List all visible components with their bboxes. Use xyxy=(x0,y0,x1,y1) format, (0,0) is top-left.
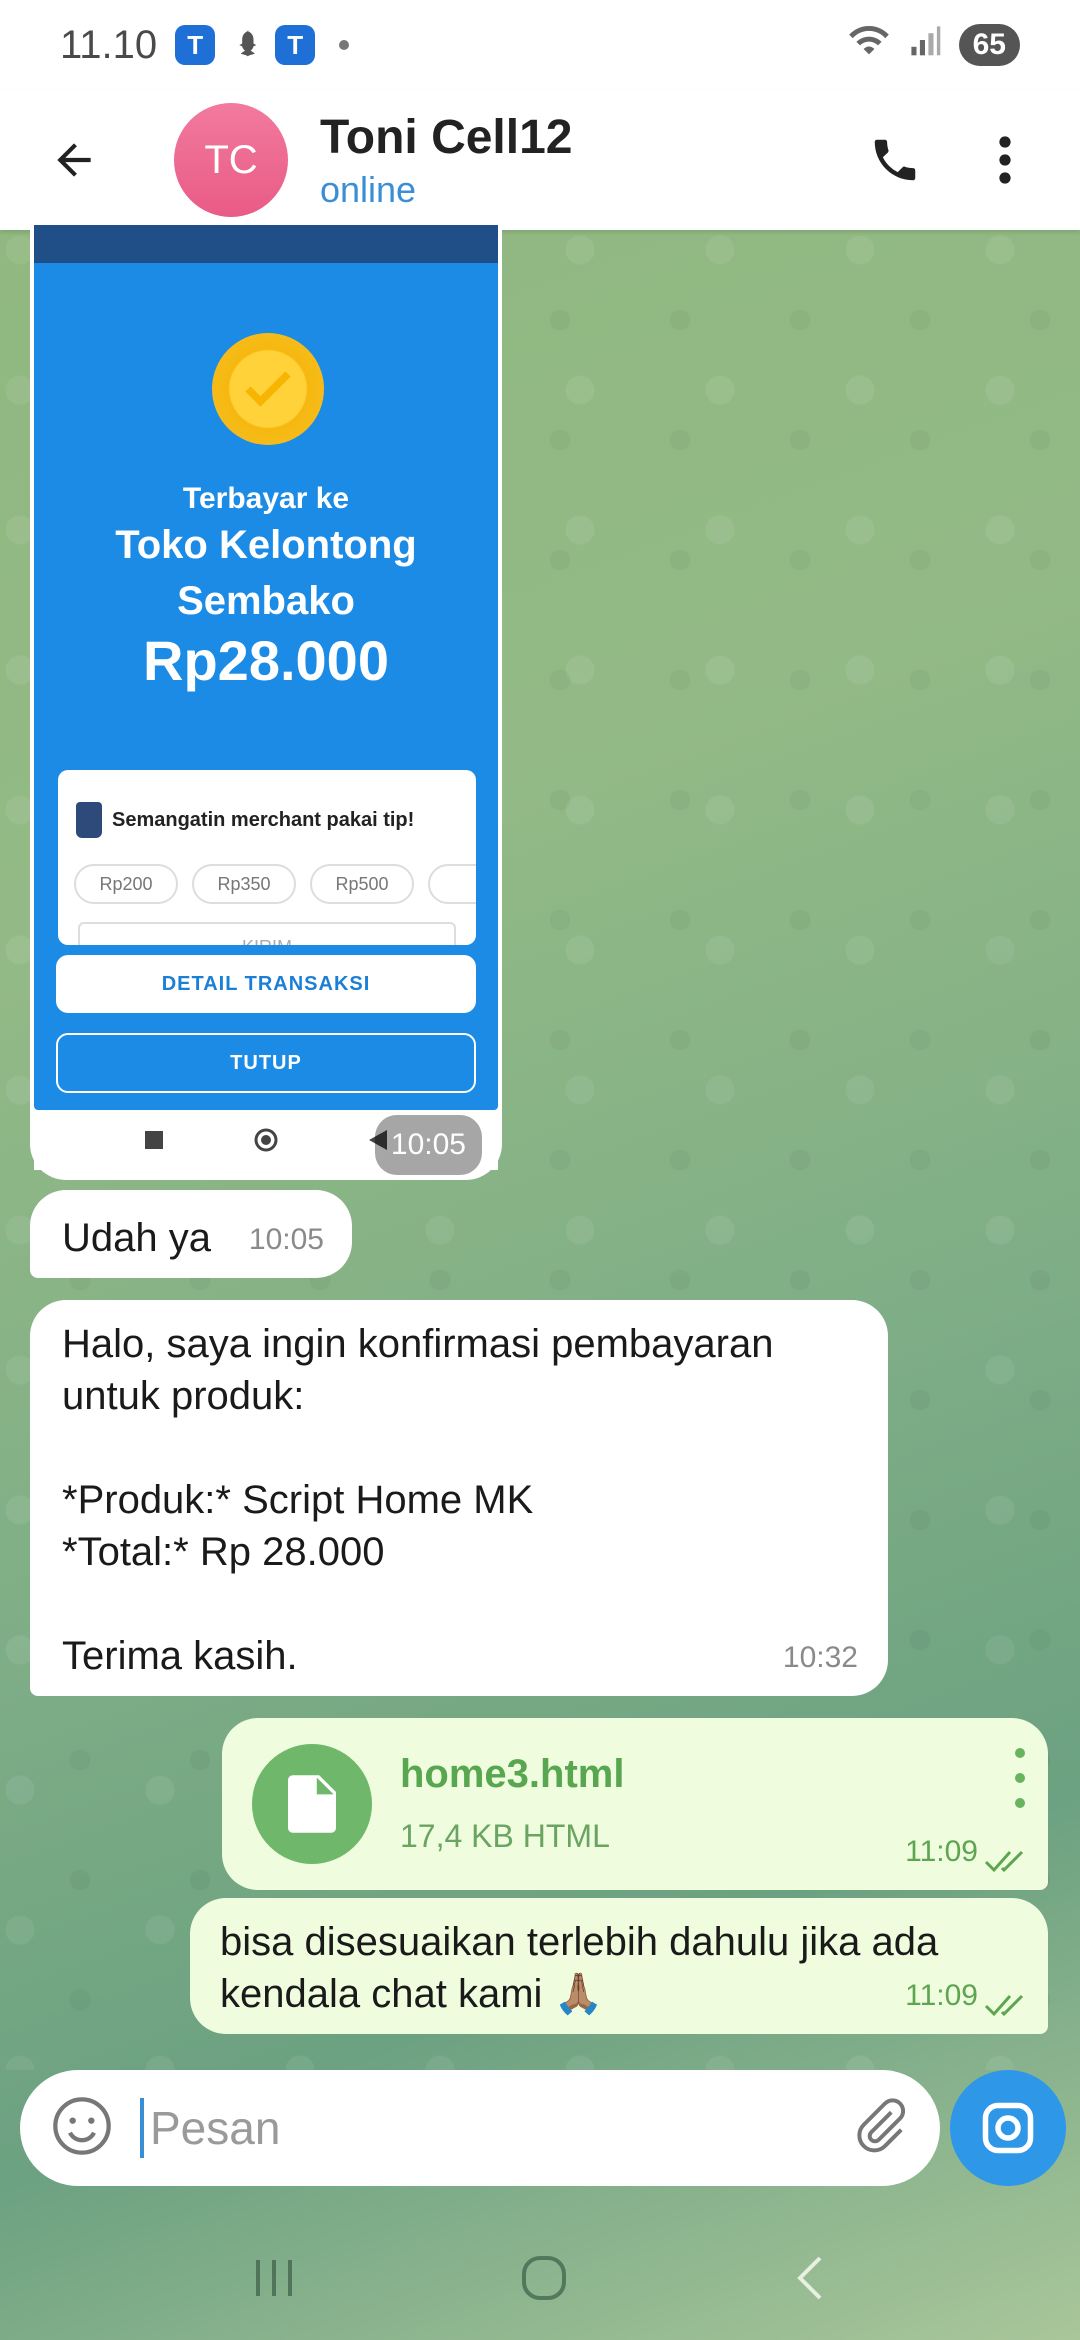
snapchat-icon xyxy=(225,25,265,65)
tip-title: Semangatin merchant pakai tip! xyxy=(112,809,415,831)
tip-option-partial xyxy=(428,864,476,904)
merchant-line: Toko Kelontong xyxy=(115,523,417,567)
message-line: *Total:* Rp 28.000 xyxy=(62,1530,385,1574)
contact-status: online xyxy=(320,168,417,210)
check-coin-icon xyxy=(212,333,324,445)
outgoing-message[interactable]: bisa disesuaikan terlebih dahulu jika ad… xyxy=(190,1898,1048,2034)
header-actions xyxy=(860,125,1040,195)
battery-indicator: 65 xyxy=(958,24,1020,66)
image-message[interactable]: Terbayar ke Toko Kelontong Sembako Rp28.… xyxy=(30,225,502,1180)
payment-screenshot: Terbayar ke Toko Kelontong Sembako Rp28.… xyxy=(34,225,498,1110)
chevron-left-icon xyxy=(797,2256,822,2299)
avatar[interactable]: TC xyxy=(174,103,288,217)
arrow-left-icon xyxy=(57,143,91,177)
outgoing-file-message[interactable]: home3.html 17,4 KB HTML 11:09 xyxy=(222,1718,1048,1890)
file-menu-button[interactable] xyxy=(1010,1748,1030,1808)
file-name: home3.html xyxy=(400,1752,625,1796)
message-input[interactable] xyxy=(140,2098,850,2158)
merchant-line: Sembako xyxy=(177,579,355,623)
attach-button[interactable] xyxy=(850,2096,910,2161)
menu-dot xyxy=(1015,1798,1025,1808)
paperclip-icon xyxy=(857,2097,906,2152)
smiley-icon xyxy=(53,2096,111,2155)
message-composer xyxy=(20,2070,940,2186)
signal-icon xyxy=(907,23,943,67)
payment-amount: Rp28.000 xyxy=(143,629,389,692)
emoji-button[interactable] xyxy=(50,2094,114,2163)
tip-card: Semangatin merchant pakai tip! Rp200 Rp3… xyxy=(58,770,476,945)
contact-info[interactable]: Toni Cell12 online xyxy=(320,110,573,211)
phone-icon xyxy=(874,139,916,181)
kebab-menu-icon xyxy=(999,136,1011,184)
tip-option: Rp350 xyxy=(192,864,296,904)
square-icon xyxy=(145,1131,163,1149)
message-line: Terima kasih. xyxy=(62,1634,298,1678)
tip-jar-icon xyxy=(76,802,102,838)
incoming-message[interactable]: Halo, saya ingin konfirmasi pembayaran u… xyxy=(30,1300,888,1696)
app-notification-icon: T xyxy=(175,25,216,65)
close-button: TUTUP xyxy=(56,1033,476,1093)
status-right: 65 xyxy=(847,22,1020,68)
message-line: untuk produk: xyxy=(62,1374,305,1418)
menu-dot xyxy=(1015,1773,1025,1783)
tip-header: Semangatin merchant pakai tip! xyxy=(58,770,476,846)
message-line: kendala chat kami 🙏🏽 xyxy=(220,1972,604,2016)
status-time: 11.10 xyxy=(60,22,158,67)
wifi-icon xyxy=(847,22,891,68)
message-time: 11:09 xyxy=(905,1835,978,1868)
notification-icons: T T xyxy=(175,25,350,65)
home-circle-icon xyxy=(254,1128,278,1152)
message-time: 11:09 xyxy=(905,1979,978,2012)
tip-option: Rp500 xyxy=(310,864,414,904)
more-options-button[interactable] xyxy=(970,125,1040,195)
home-icon xyxy=(522,2255,566,2300)
message-line: *Produk:* Script Home MK xyxy=(62,1478,534,1522)
message-line: Halo, saya ingin konfirmasi pembayaran xyxy=(62,1322,774,1366)
chat-header: TC Toni Cell12 online xyxy=(0,90,1080,230)
more-notifications-dot xyxy=(339,40,350,50)
contact-name: Toni Cell12 xyxy=(320,110,573,164)
recent-apps-icon xyxy=(256,2259,292,2296)
incoming-message[interactable]: Udah ya 10:05 xyxy=(30,1190,352,1278)
back-button[interactable] xyxy=(24,110,124,210)
tip-options: Rp200 Rp350 Rp500 xyxy=(58,846,476,904)
status-bar: 11.10 T T 65 xyxy=(0,0,1080,90)
app-notification-icon: T xyxy=(275,25,316,65)
home-button[interactable] xyxy=(520,2254,568,2307)
tip-send-button: KIRIM xyxy=(78,922,456,945)
file-download-button[interactable] xyxy=(252,1744,372,1864)
call-button[interactable] xyxy=(860,125,930,195)
back-nav-button[interactable] xyxy=(792,2254,828,2307)
message-text: Udah ya xyxy=(62,1216,211,1260)
camera-button[interactable] xyxy=(950,2070,1066,2186)
message-time: 10:05 xyxy=(248,1223,324,1256)
file-size: 17,4 KB HTML xyxy=(400,1818,610,1854)
tip-option: Rp200 xyxy=(74,864,178,904)
message-line xyxy=(62,1422,856,1474)
message-line xyxy=(62,1578,856,1630)
image-timestamp: 10:05 xyxy=(374,1115,482,1175)
message-time: 10:32 xyxy=(782,1641,858,1674)
detail-transaction-button: DETAIL TRANSAKSI xyxy=(56,955,476,1013)
screenshot-top-strip xyxy=(34,225,498,263)
document-icon xyxy=(288,1775,336,1833)
camera-icon xyxy=(982,2102,1034,2154)
double-check-icon xyxy=(984,1850,1024,1873)
recent-apps-button[interactable] xyxy=(252,2258,296,2303)
menu-dot xyxy=(1015,1748,1025,1758)
message-line: bisa disesuaikan terlebih dahulu jika ad… xyxy=(220,1920,939,1964)
merchant-name: Toko Kelontong Sembako xyxy=(34,517,498,629)
system-navigation-bar xyxy=(0,2220,1080,2340)
double-check-icon xyxy=(984,1994,1024,2017)
